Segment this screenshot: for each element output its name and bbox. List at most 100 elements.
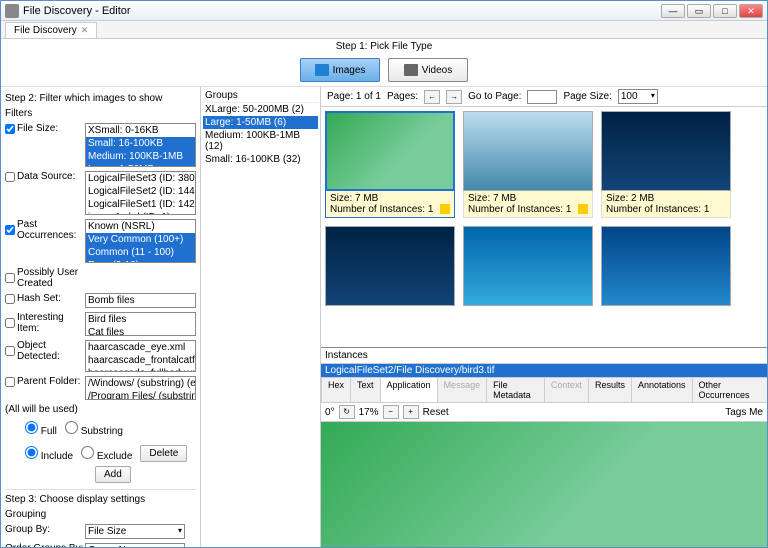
detail-tab[interactable]: Other Occurrences bbox=[692, 377, 767, 402]
rotate-button[interactable]: ↻ bbox=[339, 405, 355, 419]
thumbnail-image bbox=[325, 226, 455, 306]
tab-file-discovery[interactable]: File Discovery ✕ bbox=[5, 22, 97, 38]
parent-label: Parent Folder: bbox=[17, 376, 80, 387]
pagesize-combo[interactable]: 100 bbox=[618, 89, 658, 104]
detail-tab[interactable]: Text bbox=[350, 377, 381, 402]
thumbnail-image bbox=[463, 111, 593, 191]
minimize-button[interactable]: — bbox=[661, 4, 685, 18]
list-item[interactable]: image1.vhd (ID: 1) bbox=[86, 211, 195, 215]
include-radio[interactable] bbox=[25, 446, 38, 459]
full-radio[interactable] bbox=[25, 421, 38, 434]
next-page-button[interactable]: → bbox=[446, 90, 462, 104]
list-item[interactable]: Bomb files bbox=[86, 294, 195, 307]
detail-tab[interactable]: Application bbox=[380, 377, 438, 402]
thumbnail[interactable] bbox=[601, 226, 731, 306]
object-listbox[interactable]: haarcascade_eye.xml haarcascade_frontalc… bbox=[85, 340, 196, 372]
hashset-listbox[interactable]: Bomb files bbox=[85, 293, 196, 308]
images-type-button[interactable]: Images bbox=[300, 58, 380, 82]
list-item[interactable]: LogicalFileSet3 (ID: 380) bbox=[86, 172, 195, 185]
groupby-combo[interactable]: File Size bbox=[85, 524, 185, 539]
list-item[interactable]: LogicalFileSet1 (ID: 142) bbox=[86, 198, 195, 211]
images-label: Images bbox=[333, 65, 366, 76]
detail-tab[interactable]: File Metadata bbox=[486, 377, 545, 402]
list-item[interactable]: LogicalFileSet2 (ID: 144) bbox=[86, 185, 195, 198]
hashset-checkbox[interactable] bbox=[5, 294, 15, 304]
thumbnail[interactable] bbox=[325, 226, 455, 306]
goto-input[interactable] bbox=[527, 90, 557, 104]
list-item[interactable]: Small: 16-100KB bbox=[86, 137, 195, 150]
filesize-listbox[interactable]: XSmall: 0-16KB Small: 16-100KB Medium: 1… bbox=[85, 123, 196, 167]
past-checkbox[interactable] bbox=[5, 225, 15, 235]
app-icon bbox=[5, 4, 19, 18]
parent-checkbox[interactable] bbox=[5, 377, 15, 387]
window-title: File Discovery - Editor bbox=[23, 5, 661, 17]
thumbnail-info: Size: 2 MBNumber of Instances: 1 bbox=[601, 191, 731, 218]
possibly-checkbox[interactable] bbox=[5, 273, 15, 283]
thumbnail-image bbox=[601, 226, 731, 306]
group-item[interactable]: Small: 16-100KB (32) bbox=[203, 153, 318, 166]
detail-tab[interactable]: Annotations bbox=[631, 377, 693, 402]
groups-heading: Groups bbox=[203, 89, 318, 103]
list-item[interactable]: Large: 1-50MB bbox=[86, 163, 195, 167]
reset-button[interactable]: Reset bbox=[423, 407, 449, 418]
detail-tab[interactable]: Results bbox=[588, 377, 632, 402]
parent-listbox[interactable]: /Windows/ (substring) (exclude) /Program… bbox=[85, 376, 196, 400]
past-label: Past Occurrences: bbox=[17, 219, 85, 241]
shield-icon bbox=[578, 204, 588, 214]
hashset-label: Hash Set: bbox=[17, 293, 61, 304]
detail-tab: Context bbox=[544, 377, 589, 402]
list-item[interactable]: Medium: 100KB-1MB bbox=[86, 150, 195, 163]
thumbnail[interactable]: Size: 2 MBNumber of Instances: 1 bbox=[601, 111, 731, 218]
images-icon bbox=[315, 64, 329, 76]
object-label: Object Detected: bbox=[17, 340, 85, 362]
list-item[interactable]: /Program Files/ (substring) (excl... bbox=[86, 390, 195, 400]
zoom-out-button[interactable]: − bbox=[383, 405, 399, 419]
thumbnail[interactable]: Size: 7 MBNumber of Instances: 1 bbox=[463, 111, 593, 218]
list-item[interactable]: Cat files bbox=[86, 326, 195, 336]
thumbnail[interactable]: Size: 7 MBNumber of Instances: 1 bbox=[325, 111, 455, 218]
list-item[interactable]: Very Common (100+) bbox=[86, 233, 195, 246]
zoom-label: 17% bbox=[359, 407, 379, 418]
add-button[interactable]: Add bbox=[95, 466, 131, 483]
list-item[interactable]: Known (NSRL) bbox=[86, 220, 195, 233]
object-checkbox[interactable] bbox=[5, 346, 15, 356]
thumbnail-info: Size: 7 MBNumber of Instances: 1 bbox=[463, 191, 593, 218]
list-item[interactable]: haarcascade_frontalcatface.xml bbox=[86, 354, 195, 367]
delete-button[interactable]: Delete bbox=[140, 445, 187, 462]
list-item[interactable]: Bird files bbox=[86, 313, 195, 326]
videos-type-button[interactable]: Videos bbox=[388, 58, 468, 82]
list-item[interactable]: XSmall: 0-16KB bbox=[86, 124, 195, 137]
instance-path[interactable]: LogicalFileSet2/File Discovery/bird3.tif bbox=[321, 364, 767, 377]
filesize-checkbox[interactable] bbox=[5, 124, 15, 134]
interesting-listbox[interactable]: Bird files Cat files bbox=[85, 312, 196, 336]
zoom-in-button[interactable]: + bbox=[403, 405, 419, 419]
prev-page-button[interactable]: ← bbox=[424, 90, 440, 104]
pagesize-label: Page Size: bbox=[563, 91, 611, 102]
maximize-button[interactable]: □ bbox=[713, 4, 737, 18]
close-button[interactable]: ✕ bbox=[739, 4, 763, 18]
group-item[interactable]: Large: 1-50MB (6) bbox=[203, 116, 318, 129]
possibly-label: Possibly User Created bbox=[17, 267, 85, 289]
interesting-checkbox[interactable] bbox=[5, 318, 15, 328]
right-panel: Page: 1 of 1 Pages: ← → Go to Page: Page… bbox=[321, 87, 767, 547]
grouping-heading: Grouping bbox=[5, 509, 196, 520]
group-item[interactable]: XLarge: 50-200MB (2) bbox=[203, 103, 318, 116]
tab-close-icon[interactable]: ✕ bbox=[81, 25, 89, 36]
ordergroups-combo[interactable]: Group Name bbox=[85, 543, 185, 547]
datasource-listbox[interactable]: LogicalFileSet3 (ID: 380) LogicalFileSet… bbox=[85, 171, 196, 215]
list-item[interactable]: haarcascade_eye.xml bbox=[86, 341, 195, 354]
datasource-checkbox[interactable] bbox=[5, 172, 15, 182]
list-item[interactable]: haarcascade_fullbody.xml bbox=[86, 367, 195, 372]
list-item[interactable]: Rare (2-10) bbox=[86, 259, 195, 263]
videos-icon bbox=[404, 64, 418, 76]
substring-radio[interactable] bbox=[65, 421, 78, 434]
past-listbox[interactable]: Known (NSRL) Very Common (100+) Common (… bbox=[85, 219, 196, 263]
group-item[interactable]: Medium: 100KB-1MB (12) bbox=[203, 129, 318, 153]
videos-label: Videos bbox=[422, 65, 452, 76]
thumbnail[interactable] bbox=[463, 226, 593, 306]
exclude-radio[interactable] bbox=[81, 446, 94, 459]
list-item[interactable]: /Windows/ (substring) (exclude) bbox=[86, 377, 195, 390]
detail-tab[interactable]: Hex bbox=[321, 377, 351, 402]
list-item[interactable]: Common (11 - 100) bbox=[86, 246, 195, 259]
restore-button[interactable]: ▭ bbox=[687, 4, 711, 18]
